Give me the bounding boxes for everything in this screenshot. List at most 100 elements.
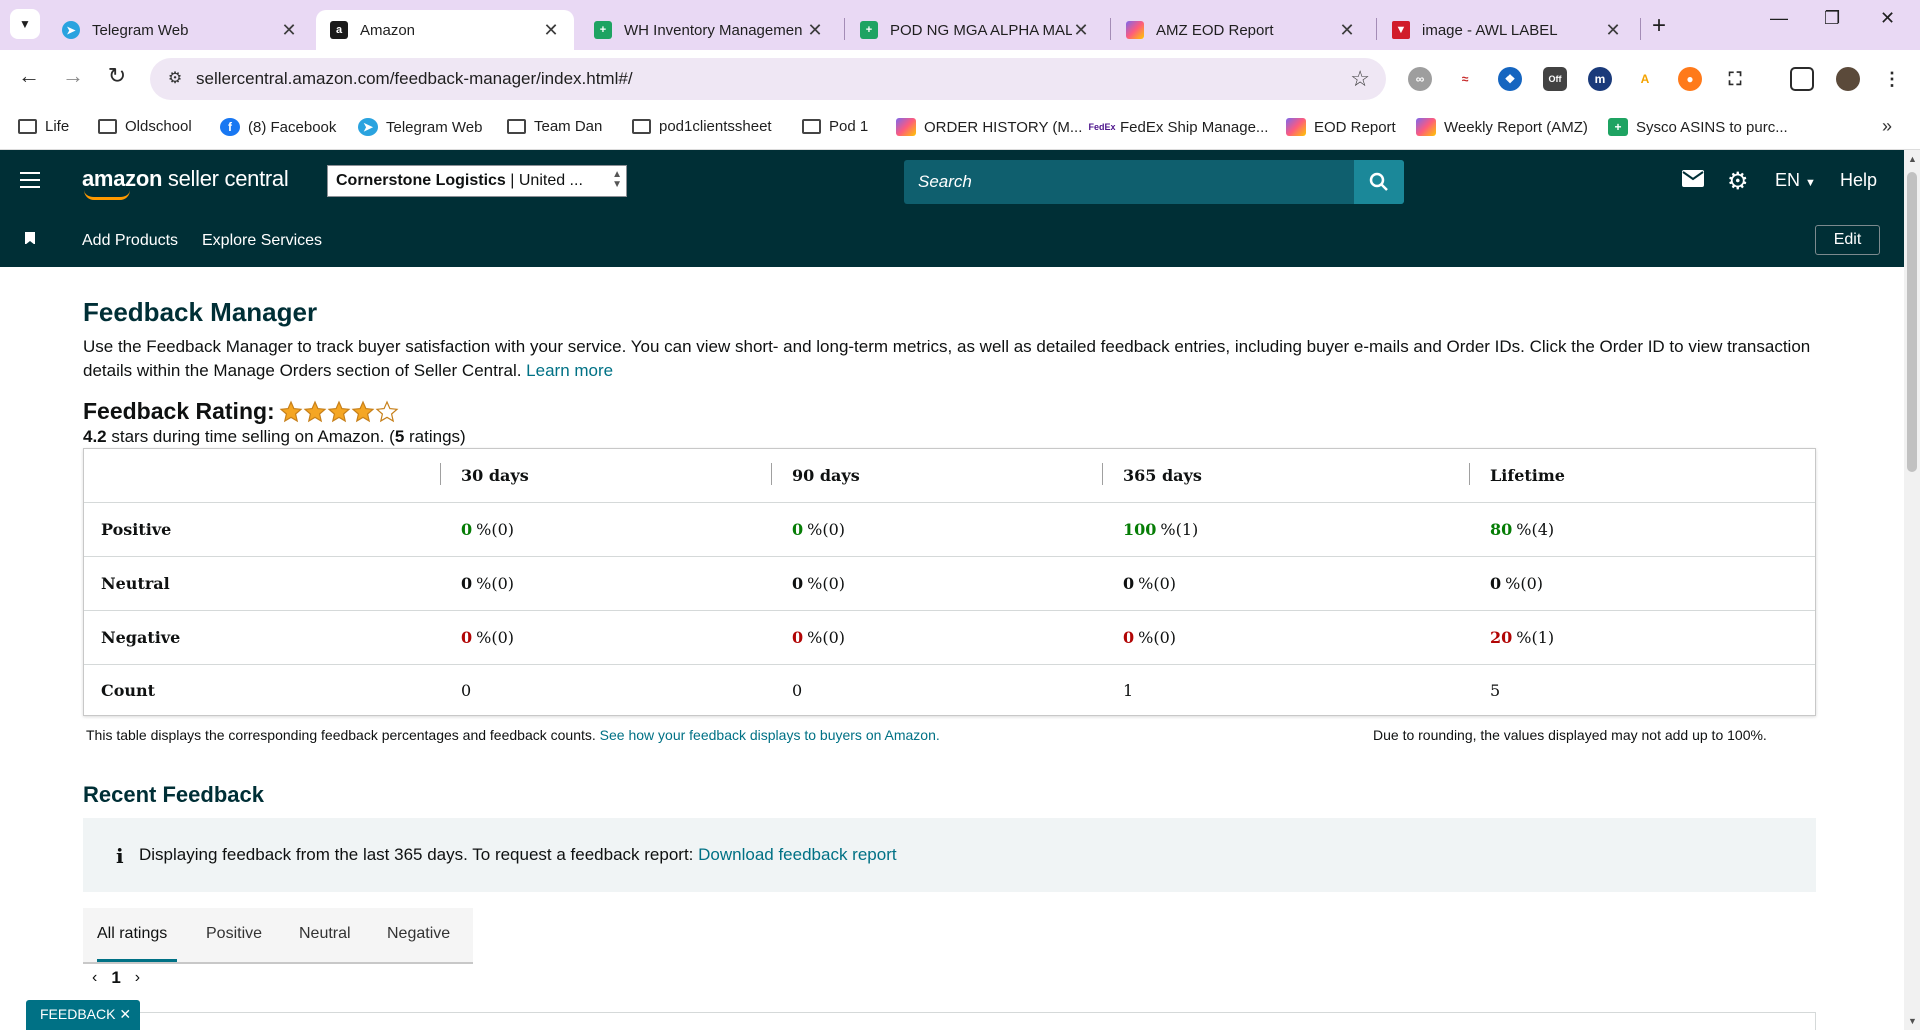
close-icon[interactable]: ✕ (806, 20, 824, 41)
extension-icon[interactable]: ● (1678, 67, 1702, 91)
download-feedback-report-link[interactable]: Download feedback report (698, 845, 896, 864)
bookmark-star-icon[interactable]: ☆ (1350, 66, 1370, 92)
table-footnote: This table displays the corresponding fe… (86, 727, 940, 743)
facebook-icon: f (220, 118, 240, 136)
chevron-down-icon: ▼ (19, 17, 31, 31)
folder-icon (632, 119, 651, 134)
bookmark-pod-1[interactable]: Pod 1 (802, 118, 868, 135)
rounding-note: Due to rounding, the values displayed ma… (1373, 727, 1767, 743)
search-input[interactable]: Search (918, 172, 972, 192)
tab-amazon[interactable]: a Amazon ✕ (316, 10, 574, 50)
table-cell: 0 %(0) (461, 557, 514, 610)
side-panel-icon[interactable] (1790, 67, 1814, 91)
bookmark-telegram[interactable]: ➤ Telegram Web (358, 118, 482, 136)
address-bar[interactable]: ⚙ sellercentral.amazon.com/feedback-mana… (150, 58, 1386, 100)
rating-title-text: Feedback Rating: (83, 398, 275, 424)
table-row: Neutral 0 %(0) 0 %(0) 0 %(0) 0 %(0) (84, 557, 1815, 611)
window-close-icon[interactable]: ✕ (1880, 8, 1895, 29)
count-value: %(0) (1138, 574, 1177, 593)
scroll-down-arrow-icon[interactable]: ▼ (1908, 1016, 1917, 1026)
back-arrow-icon[interactable]: ← (14, 63, 44, 89)
row-label: Neutral (101, 574, 170, 593)
tab-wh-inventory[interactable]: + WH Inventory Managemen ✕ (580, 10, 838, 50)
feedback-rating-heading: Feedback Rating: (83, 398, 399, 425)
close-icon[interactable]: ✕ (1338, 20, 1356, 41)
forward-arrow-icon[interactable]: → (58, 63, 88, 89)
edit-button[interactable]: Edit (1815, 225, 1880, 255)
close-icon[interactable]: ✕ (1072, 20, 1090, 41)
extension-icon[interactable]: ≈ (1453, 67, 1477, 91)
table-cell: 0 (461, 665, 471, 715)
add-products-link[interactable]: Add Products (82, 232, 178, 250)
extension-icon[interactable]: ∞ (1408, 67, 1432, 91)
bookmark-team-dan[interactable]: Team Dan (507, 118, 602, 135)
bookmark-label: Life (45, 118, 70, 135)
language-selector[interactable]: EN ▼ (1775, 170, 1816, 191)
bookmark-life[interactable]: Life (18, 118, 69, 135)
reload-icon[interactable]: ↻ (102, 63, 132, 89)
account-switcher[interactable]: Cornerstone Logistics | United ... ▲ ▼ (327, 165, 627, 197)
close-icon[interactable]: ✕ (1604, 20, 1622, 41)
scroll-thumb[interactable] (1907, 172, 1917, 472)
tab-telegram[interactable]: ➤ Telegram Web ✕ (48, 10, 312, 50)
telegram-icon: ➤ (358, 118, 378, 136)
bookmark-facebook[interactable]: f (8) Facebook (220, 118, 336, 136)
tab-all-ratings[interactable]: All ratings (97, 925, 167, 943)
seller-search[interactable]: Search (904, 160, 1404, 204)
tab-search-button[interactable]: ▼ (10, 9, 40, 39)
current-page[interactable]: 1 (111, 968, 120, 988)
folder-icon (507, 119, 526, 134)
browser-toolbar: ← → ↻ ⚙ sellercentral.amazon.com/feedbac… (0, 50, 1920, 108)
tab-awl-label[interactable]: ▼ image - AWL LABEL ✕ (1378, 10, 1636, 50)
new-tab-plus-icon[interactable]: + (1652, 12, 1666, 40)
count-value: %(0) (807, 628, 846, 647)
close-icon[interactable]: ✕ (542, 20, 560, 41)
info-text: Displaying feedback from the last 365 da… (139, 845, 699, 864)
extensions-puzzle-icon[interactable]: ⛶ (1723, 67, 1747, 91)
bookmark-pod1clientssheet[interactable]: pod1clientssheet (632, 118, 772, 135)
scroll-up-arrow-icon[interactable]: ▲ (1908, 154, 1917, 164)
extension-icon[interactable]: A (1633, 67, 1657, 91)
bookmark-eod-report[interactable]: EOD Report (1286, 118, 1396, 136)
chevron-left-icon[interactable]: ‹ (92, 969, 97, 987)
tab-pod-alpha[interactable]: + POD NG MGA ALPHA MAL ✕ (846, 10, 1104, 50)
close-icon[interactable]: ✕ (280, 20, 298, 41)
feedback-widget-button[interactable]: FEEDBACK ✕ (26, 1000, 140, 1030)
bookmark-order-history[interactable]: ORDER HISTORY (M... (896, 118, 1082, 136)
tab-positive[interactable]: Positive (206, 925, 262, 943)
profile-avatar-icon[interactable] (1836, 67, 1860, 91)
percent-value: 0 (792, 520, 804, 539)
chevron-right-icon[interactable]: › (135, 969, 140, 987)
extension-icon[interactable]: m (1588, 67, 1612, 91)
mail-icon[interactable] (1682, 170, 1704, 193)
site-settings-icon[interactable]: ⚙ (164, 68, 186, 90)
restore-icon[interactable]: ❐ (1824, 8, 1840, 29)
count-value: %(1) (1516, 628, 1555, 647)
tab-neutral[interactable]: Neutral (299, 925, 351, 943)
learn-more-link[interactable]: Learn more (526, 361, 613, 380)
search-button[interactable] (1354, 160, 1404, 204)
bookmarks-overflow-icon[interactable]: » (1882, 116, 1892, 137)
settings-gear-icon[interactable]: ⚙ (1727, 167, 1749, 196)
account-marketplace: | United ... (505, 172, 583, 189)
bookmark-label: ORDER HISTORY (M... (924, 118, 1083, 136)
tab-negative[interactable]: Negative (387, 925, 450, 943)
seller-central-logo[interactable]: amazon seller central (82, 166, 289, 200)
bookmark-sysco-asins[interactable]: + Sysco ASINS to purc... (1608, 118, 1788, 136)
percent-value: 0 (1490, 574, 1502, 593)
minimize-icon[interactable]: — (1770, 8, 1788, 29)
hamburger-menu-icon[interactable] (20, 172, 40, 188)
page-scrollbar[interactable]: ▲ ▼ (1904, 150, 1920, 1030)
tab-amz-eod[interactable]: AMZ EOD Report ✕ (1112, 10, 1370, 50)
bookmark-fedex[interactable]: FedEx FedEx Ship Manage... (1089, 118, 1268, 136)
bookmark-icon[interactable] (25, 232, 35, 245)
extension-icon[interactable]: Off (1543, 67, 1567, 91)
feedback-display-link[interactable]: See how your feedback displays to buyers… (600, 727, 940, 743)
extension-icon[interactable]: ❖ (1498, 67, 1522, 91)
bookmark-weekly-report[interactable]: Weekly Report (AMZ) (1416, 118, 1588, 136)
url-text[interactable]: sellercentral.amazon.com/feedback-manage… (196, 69, 633, 89)
explore-services-link[interactable]: Explore Services (202, 232, 322, 250)
bookmark-oldschool[interactable]: Oldschool (98, 118, 192, 135)
help-link[interactable]: Help (1840, 170, 1877, 191)
more-menu-icon[interactable]: ⋮ (1880, 67, 1904, 91)
